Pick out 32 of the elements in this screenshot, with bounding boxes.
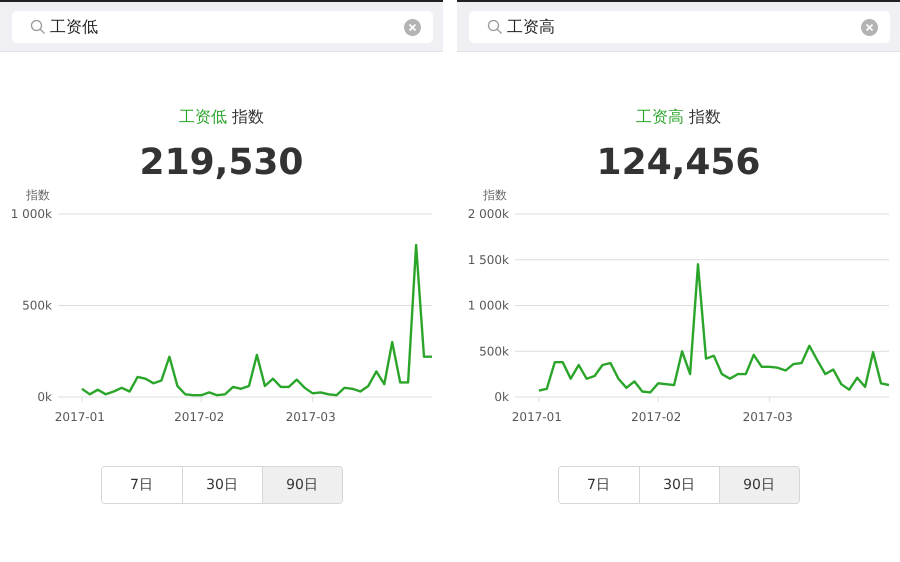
x-tick-label: 2017-01 <box>54 410 105 424</box>
keyword-label: 工资低 <box>179 107 227 128</box>
x-tick-label: 2017-03 <box>742 410 793 424</box>
keyword-label: 工资高 <box>636 107 684 128</box>
y-tick-label: 2 000k <box>468 207 509 221</box>
y-tick-label: 500k <box>22 298 52 312</box>
range-tab[interactable]: 90日 <box>718 467 798 503</box>
y-tick-label: 1 000k <box>10 207 52 221</box>
x-tick-label: 2017-03 <box>286 410 336 424</box>
clear-icon[interactable] <box>861 18 878 36</box>
y-tick-label: 500k <box>479 344 509 358</box>
index-value: 219,530 <box>140 142 304 183</box>
search-field[interactable]: 工资低 <box>12 11 433 43</box>
y-tick-label: 1 500k <box>468 252 509 267</box>
range-tab[interactable]: 90日 <box>262 467 342 503</box>
x-tick-label: 2017-02 <box>174 410 224 424</box>
search-icon <box>30 19 46 35</box>
search-icon <box>487 19 503 35</box>
y-tick-label: 1 000k <box>468 298 509 312</box>
search-field[interactable]: 工资高 <box>469 11 890 43</box>
y-tick-label: 0k <box>37 390 52 404</box>
clear-icon[interactable] <box>404 18 421 36</box>
axis-title: 指数 <box>483 187 507 204</box>
index-label: 指数 <box>689 107 721 128</box>
axis-title: 指数 <box>26 187 50 204</box>
index-value: 124,456 <box>596 142 760 183</box>
search-query: 工资高 <box>507 16 556 38</box>
y-tick-label: 0k <box>494 390 509 404</box>
x-tick-label: 2017-02 <box>631 410 682 424</box>
search-query: 工资低 <box>50 16 99 38</box>
index-label: 指数 <box>232 107 264 128</box>
x-tick-label: 2017-01 <box>512 410 562 424</box>
